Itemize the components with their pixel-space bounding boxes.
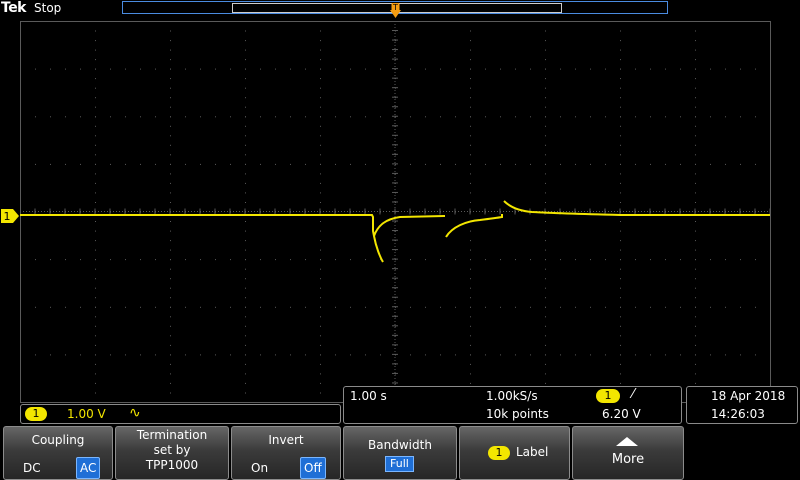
channel1-vertical-scale: 1.00 V	[67, 407, 106, 421]
sample-rate: 1.00kS/s	[486, 389, 538, 403]
trigger-level: 6.20 V	[602, 407, 641, 421]
termination-line1: Termination	[136, 428, 208, 442]
label-button[interactable]: 1 Label	[459, 426, 570, 480]
invert-button[interactable]: Invert On Off	[231, 426, 341, 480]
bandwidth-value: Full	[385, 456, 414, 472]
label-channel-badge: 1	[488, 446, 510, 460]
trigger-position-icon[interactable]: T	[390, 2, 401, 22]
date-display: 18 Apr 2018	[711, 389, 786, 403]
coupling-button[interactable]: Coupling DC AC	[3, 426, 113, 480]
label-title: Label	[516, 445, 549, 459]
invert-off-option[interactable]: Off	[300, 457, 326, 479]
horizontal-scale: 1.00 s	[350, 389, 387, 403]
more-label: More	[611, 452, 645, 467]
coupling-ac-option[interactable]: AC	[76, 457, 101, 479]
brand-logo: Tek	[1, 0, 27, 16]
trigger-source-badge: 1	[596, 389, 620, 403]
rising-edge-icon: ⁄	[632, 387, 635, 402]
up-arrow-icon	[616, 437, 638, 446]
more-button[interactable]: More	[572, 426, 684, 480]
channel1-info-panel[interactable]: 1 1.00 V ∿	[20, 404, 341, 424]
bandwidth-title: Bandwidth	[368, 438, 432, 452]
coupling-title: Coupling	[31, 433, 85, 447]
waveform-graticule[interactable]	[20, 21, 771, 403]
time-display: 14:26:03	[711, 407, 765, 421]
coupling-dc-option[interactable]: DC	[23, 457, 41, 479]
channel1-badge: 1	[25, 407, 47, 421]
invert-title: Invert	[268, 433, 304, 447]
trigger-position-label: T	[392, 3, 398, 12]
channel1-ground-marker[interactable]: 1	[0, 208, 20, 224]
channel1-marker-label: 1	[4, 210, 11, 223]
ac-coupling-icon: ∿	[129, 405, 141, 421]
invert-on-option[interactable]: On	[251, 457, 268, 479]
datetime-panel[interactable]: 18 Apr 2018 14:26:03	[686, 386, 798, 424]
termination-line2: set by	[153, 443, 191, 457]
record-length: 10k points	[486, 407, 549, 421]
termination-button[interactable]: Termination set by TPP1000	[115, 426, 229, 480]
bandwidth-button[interactable]: Bandwidth Full	[343, 426, 457, 480]
acquisition-status: Stop	[34, 1, 62, 15]
timebase-panel[interactable]: 1.00 s 1.00kS/s 10k points 1 ⁄ 6.20 V	[343, 386, 682, 424]
termination-line3: TPP1000	[145, 458, 199, 472]
softkey-menu: Coupling DC AC Termination set by TPP100…	[0, 426, 800, 480]
